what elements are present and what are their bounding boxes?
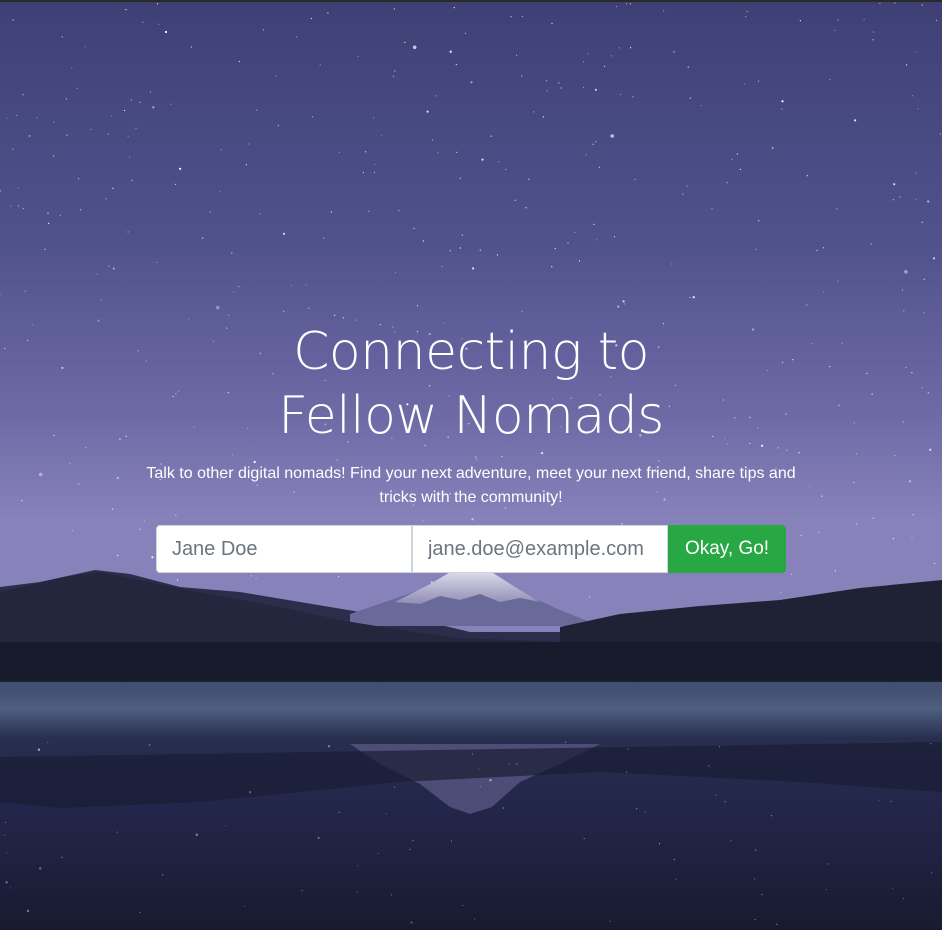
landing-page: Connecting to Fellow Nomads Talk to othe… (0, 0, 942, 930)
signup-form: Okay, Go! (0, 525, 942, 573)
email-input[interactable] (411, 525, 668, 573)
hero-title: Connecting to Fellow Nomads (278, 322, 664, 446)
submit-button[interactable]: Okay, Go! (667, 525, 787, 573)
name-input[interactable] (155, 525, 412, 573)
hero-subtitle: Talk to other digital nomads! Find your … (146, 465, 796, 506)
hero-section: Connecting to Fellow Nomads Talk to othe… (0, 320, 942, 573)
